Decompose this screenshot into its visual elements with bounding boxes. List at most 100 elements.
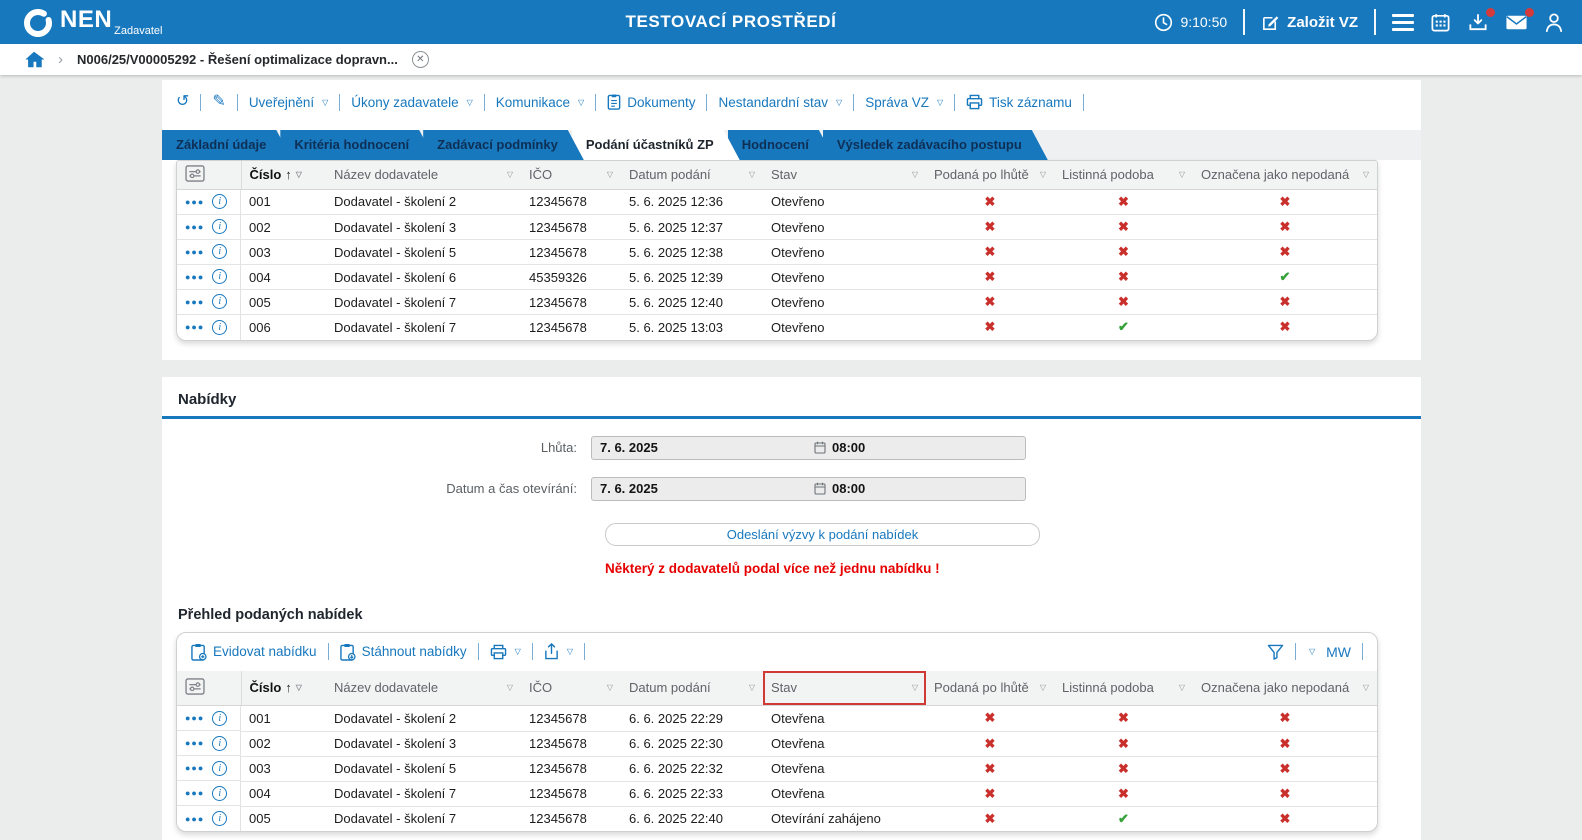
col-header-stav-highlighted[interactable]: Stav ▽ (763, 670, 926, 706)
user-icon[interactable] (1544, 12, 1564, 33)
info-icon[interactable]: i (212, 294, 228, 309)
tab-hodnoceni[interactable]: Hodnocení (728, 130, 835, 160)
stahnout-nabidky-button[interactable]: Stáhnout nabídky (339, 643, 467, 661)
table-row[interactable]: ●●● i 003 Dodavatel - školení 5 12345678 5. 6… (177, 239, 1377, 265)
table-row[interactable]: ●●● i 006 Dodavatel - školení 7 12345678 5. 6… (177, 314, 1377, 340)
export-button[interactable]: ▽ (544, 643, 573, 660)
tab-podani-ucastniku-zp[interactable]: Podání účastníků ZP (572, 130, 740, 160)
col-header-listinna[interactable]: Listinná podoba ▽ (1054, 670, 1193, 706)
col-header-ico[interactable]: IČO ▽ (521, 670, 621, 706)
col-header-listinna[interactable]: Listinná podoba ▽ (1054, 161, 1193, 190)
table-row[interactable]: ●●● i 004 Dodavatel - školení 7 12345678 6. 6… (177, 781, 1377, 807)
filter-caret-icon[interactable]: ▽ (1363, 170, 1369, 179)
col-header-stav[interactable]: Stav ▽ (763, 161, 926, 190)
mw-toggle[interactable]: MW (1326, 644, 1351, 660)
filter-caret-icon[interactable]: ▽ (1179, 170, 1185, 179)
inbox-icon[interactable] (1467, 7, 1495, 33)
info-icon[interactable]: i (212, 710, 228, 726)
filter-caret-icon[interactable]: ▽ (912, 683, 918, 692)
row-menu-icon[interactable]: ●●● (185, 197, 204, 207)
filter-caret-icon[interactable]: ▽ (607, 683, 613, 692)
print-offers-button[interactable]: ▽ (490, 644, 521, 660)
col-header-nazev[interactable]: Název dodavatele ▽ (326, 161, 521, 190)
info-icon[interactable]: i (212, 194, 228, 209)
table-row[interactable]: ●●● i 002 Dodavatel - školení 3 12345678 6. 6… (177, 731, 1377, 757)
info-icon[interactable]: i (212, 735, 228, 751)
row-menu-icon[interactable]: ●●● (185, 222, 204, 232)
column-settings-header[interactable] (177, 161, 242, 190)
menu-icon[interactable] (1392, 13, 1414, 31)
column-settings-header[interactable] (177, 670, 242, 706)
col-header-nazev[interactable]: Název dodavatele ▽ (326, 670, 521, 706)
col-header-po-lhute[interactable]: Podaná po lhůtě ▽ (926, 670, 1054, 706)
filter-caret-icon[interactable]: ▽ (607, 170, 613, 179)
filter-caret-icon[interactable]: ▽ (296, 170, 302, 179)
menu-nestandardni-stav[interactable]: Nestandardní stav ▽ (718, 95, 842, 110)
menu-ukony-zadavatele[interactable]: Úkony zadavatele ▽ (351, 95, 472, 110)
col-header-datum[interactable]: Datum podání ▽ (621, 670, 763, 706)
menu-tisk-zaznamu[interactable]: Tisk záznamu (966, 94, 1072, 110)
deadline-field[interactable]: 7. 6. 2025 08:00 (591, 435, 1026, 460)
tab-kriteria-hodnoceni[interactable]: Kritéria hodnocení (280, 130, 435, 160)
col-header-ico[interactable]: IČO ▽ (521, 161, 621, 190)
dropdown-caret-icon[interactable]: ▽ (1309, 647, 1315, 656)
info-icon[interactable]: i (212, 269, 228, 284)
row-menu-icon[interactable]: ●●● (185, 763, 204, 773)
filter-caret-icon[interactable]: ▽ (1040, 170, 1046, 179)
row-menu-icon[interactable]: ●●● (185, 297, 204, 307)
table-row[interactable]: ●●● i 001 Dodavatel - školení 2 12345678 6. 6… (177, 705, 1377, 732)
calendar-icon[interactable] (1430, 12, 1451, 33)
info-icon[interactable]: i (212, 219, 228, 234)
col-header-nepodana[interactable]: Označena jako nepodaná ▽ (1193, 161, 1377, 190)
info-icon[interactable]: i (212, 811, 228, 826)
close-icon[interactable]: ✕ (411, 51, 429, 68)
col-header-nepodana[interactable]: Označena jako nepodaná ▽ (1193, 670, 1377, 706)
row-menu-icon[interactable]: ●●● (185, 272, 204, 282)
row-menu-icon[interactable]: ●●● (185, 788, 204, 798)
edit-icon[interactable]: ✎ (212, 94, 225, 110)
home-icon[interactable] (24, 50, 44, 69)
filter-caret-icon[interactable]: ▽ (1040, 683, 1046, 692)
evidovat-nabidku-button[interactable]: Evidovat nabídku (191, 643, 317, 661)
filter-caret-icon[interactable]: ▽ (912, 170, 918, 179)
row-menu-icon[interactable]: ●●● (185, 322, 204, 332)
filter-caret-icon[interactable]: ▽ (296, 683, 302, 692)
filter-caret-icon[interactable]: ▽ (507, 683, 513, 692)
create-vz-button[interactable]: Založit VZ (1261, 13, 1358, 32)
col-header-po-lhute[interactable]: Podaná po lhůtě ▽ (926, 161, 1054, 190)
table-row[interactable]: ●●● i 005 Dodavatel - školení 7 12345678 6. 6… (177, 806, 1377, 831)
info-icon[interactable]: i (212, 785, 228, 801)
menu-sprava-vz[interactable]: Správa VZ ▽ (865, 95, 943, 110)
filter-caret-icon[interactable]: ▽ (1363, 683, 1369, 692)
tab-zadavaci-podminky[interactable]: Zadávací podmínky (423, 130, 584, 160)
send-invitation-button[interactable]: Odeslání výzvy k podání nabídek (605, 522, 1040, 546)
filter-caret-icon[interactable]: ▽ (1179, 683, 1185, 692)
row-menu-icon[interactable]: ●●● (185, 738, 204, 748)
table-row[interactable]: ●●● i 005 Dodavatel - školení 7 12345678 5. 6… (177, 289, 1377, 315)
table-row[interactable]: ●●● i 003 Dodavatel - školení 5 12345678 6. 6… (177, 756, 1377, 782)
col-header-cislo[interactable]: Číslo ↑ ▽ (241, 161, 326, 190)
history-icon[interactable]: ↺ (176, 94, 189, 110)
row-menu-icon[interactable]: ●●● (185, 713, 204, 723)
col-header-cislo[interactable]: Číslo ↑ ▽ (241, 670, 326, 706)
table-row[interactable]: ●●● i 002 Dodavatel - školení 3 12345678 5. 6… (177, 214, 1377, 240)
table-row[interactable]: ●●● i 001 Dodavatel - školení 2 12345678 5. 6… (177, 189, 1377, 215)
row-menu-icon[interactable]: ●●● (185, 814, 204, 824)
table-row[interactable]: ●●● i 004 Dodavatel - školení 6 45359326 5. 6… (177, 264, 1377, 290)
menu-komunikace[interactable]: Komunikace ▽ (496, 95, 584, 110)
info-icon[interactable]: i (212, 319, 228, 335)
filter-caret-icon[interactable]: ▽ (749, 683, 755, 692)
info-icon[interactable]: i (212, 244, 228, 259)
menu-uverejneni[interactable]: Uveřejnění ▽ (249, 95, 328, 110)
filter-funnel-icon[interactable] (1267, 644, 1284, 660)
row-menu-icon[interactable]: ●●● (185, 247, 204, 257)
info-icon[interactable]: i (212, 760, 228, 776)
col-header-datum[interactable]: Datum podání ▽ (621, 161, 763, 190)
menu-dokumenty[interactable]: Dokumenty (607, 94, 695, 110)
filter-caret-icon[interactable]: ▽ (749, 170, 755, 179)
breadcrumb-item[interactable]: N006/25/V00005292 - Řešení optimalizace … (77, 52, 398, 67)
mail-icon[interactable] (1505, 7, 1534, 33)
filter-caret-icon[interactable]: ▽ (507, 170, 513, 179)
tab-vysledek-zadavaciho-postupu[interactable]: Výsledek zadávacího postupu (823, 130, 1048, 160)
opening-field[interactable]: 7. 6. 2025 08:00 (591, 476, 1026, 501)
